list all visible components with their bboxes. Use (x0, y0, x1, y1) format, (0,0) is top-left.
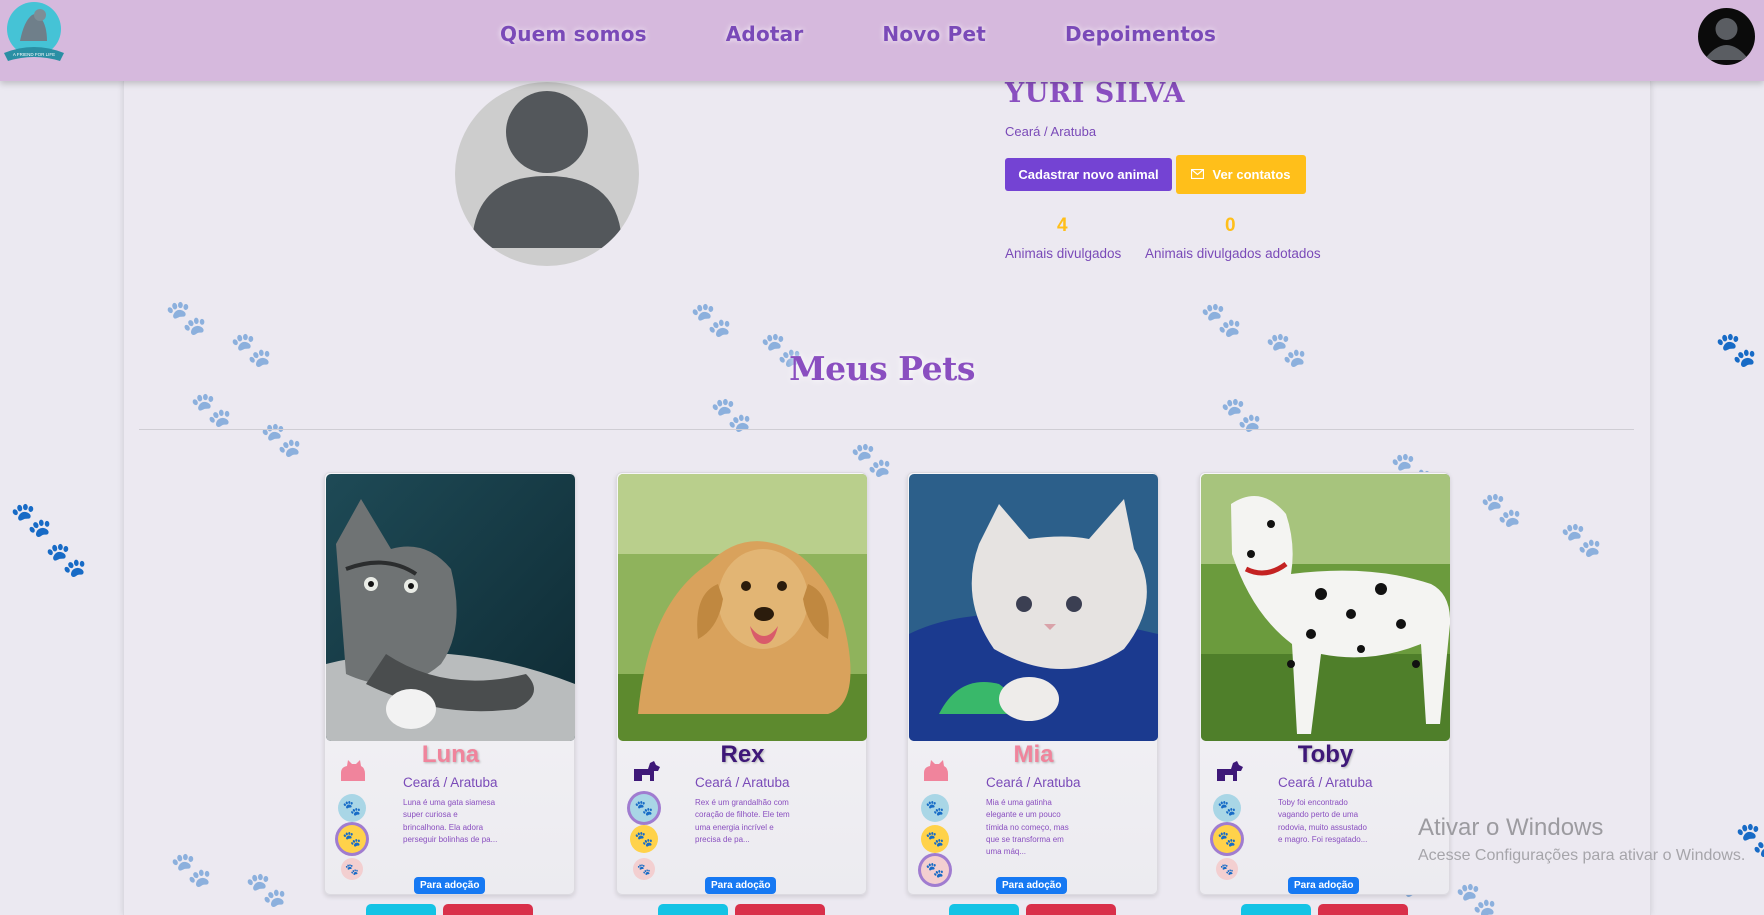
pet-description: Mia é uma gatinha elegante e um pouco tí… (986, 798, 1069, 857)
pet-photo[interactable] (909, 474, 1158, 741)
main-nav: Quem somos Adotar Novo Pet Depoimentos (500, 22, 1216, 46)
pet-description: Rex é um grandalhão com coração de filho… (695, 798, 790, 844)
trait-paw-icon: 🐾 (338, 794, 366, 822)
edit-pet-button[interactable] (1241, 904, 1311, 915)
stat-animals-adopted-value: 0 (1225, 215, 1236, 236)
trait-paw-icon: 🐾 (633, 858, 655, 880)
delete-pet-button[interactable] (735, 904, 825, 915)
top-navbar: A FRIEND FOR LIFE Quem somos Adotar Novo… (0, 0, 1764, 81)
trait-paw-icon: 🐾 (630, 825, 658, 853)
windows-watermark-title: Ativar o Windows (1418, 814, 1604, 841)
view-contacts-button[interactable]: Ver contatos (1176, 155, 1306, 194)
pet-photo[interactable] (1201, 474, 1450, 741)
trait-paw-icon: 🐾 (630, 794, 658, 822)
pet-location: Ceará / Aratuba (403, 775, 498, 790)
windows-watermark-subtitle: Acesse Configurações para ativar o Windo… (1418, 847, 1746, 864)
trait-paw-icon: 🐾 (338, 825, 366, 853)
trait-paw-icon: 🐾 (921, 794, 949, 822)
pet-location: Ceará / Aratuba (986, 775, 1081, 790)
edit-pet-button[interactable] (366, 904, 436, 915)
cat-species-icon (921, 755, 951, 783)
pet-description: Luna é uma gata siamesa super curiosa e … (403, 798, 498, 844)
pet-location: Ceará / Aratuba (695, 775, 790, 790)
nav-quem-somos[interactable]: Quem somos (500, 22, 647, 46)
stat-animals-posted-value: 4 (1057, 215, 1068, 236)
pet-card[interactable]: Mia Ceará / Aratuba Mia é uma gatinha el… (907, 472, 1158, 915)
pet-card[interactable]: Rex Ceará / Aratuba Rex é um grandalhão … (616, 472, 867, 915)
nav-novo-pet[interactable]: Novo Pet (882, 22, 986, 46)
trait-paw-icon: 🐾 (1213, 825, 1241, 853)
pet-photo[interactable] (326, 474, 575, 741)
dog-species-icon (630, 755, 660, 783)
trait-paw-icon: 🐾 (921, 825, 949, 853)
status-badge: Para adoção (996, 877, 1068, 894)
pet-card[interactable]: Toby Ceará / Aratuba Toby foi encontrado… (1199, 472, 1450, 915)
cat-species-icon (338, 755, 368, 783)
view-contacts-label: Ver contatos (1212, 167, 1291, 182)
delete-pet-button[interactable] (1026, 904, 1116, 915)
stat-animals-adopted-label: Animais divulgados adotados (1145, 246, 1321, 261)
edit-pet-button[interactable] (949, 904, 1019, 915)
profile-location: Ceará / Aratuba (1005, 124, 1097, 139)
profile-name: YURI SILVA (1005, 78, 1185, 109)
user-avatar-icon[interactable] (1698, 8, 1755, 65)
section-title: Meus Pets (789, 349, 975, 388)
trait-paw-icon: 🐾 (1216, 858, 1238, 880)
delete-pet-button[interactable] (443, 904, 533, 915)
new-animal-button[interactable]: Cadastrar novo animal (1005, 158, 1172, 191)
envelope-icon (1191, 167, 1205, 182)
status-badge: Para adoção (705, 877, 777, 894)
stat-animals-posted-label: Animais divulgados (1005, 246, 1122, 261)
edit-pet-button[interactable] (658, 904, 728, 915)
profile-picture-icon (455, 82, 639, 266)
trait-paw-icon: 🐾 (1213, 794, 1241, 822)
status-badge: Para adoção (1288, 877, 1360, 894)
logo-text: A FRIEND FOR LIFE (13, 52, 55, 57)
delete-pet-button[interactable] (1318, 904, 1408, 915)
pet-description: Toby foi encontrado vagando perto de uma… (1278, 798, 1368, 844)
nav-depoimentos[interactable]: Depoimentos (1065, 22, 1216, 46)
divider (139, 429, 1634, 430)
site-logo[interactable]: A FRIEND FOR LIFE (2, 1, 66, 67)
nav-adotar[interactable]: Adotar (726, 22, 804, 46)
trait-paw-icon: 🐾 (341, 858, 363, 880)
pet-card[interactable]: Luna Ceará / Aratuba Luna é uma gata sia… (324, 472, 575, 915)
pet-location: Ceará / Aratuba (1278, 775, 1373, 790)
dog-species-icon (1213, 755, 1243, 783)
status-badge: Para adoção (414, 877, 486, 894)
trait-paw-icon: 🐾 (921, 856, 949, 884)
pet-photo[interactable] (618, 474, 867, 741)
